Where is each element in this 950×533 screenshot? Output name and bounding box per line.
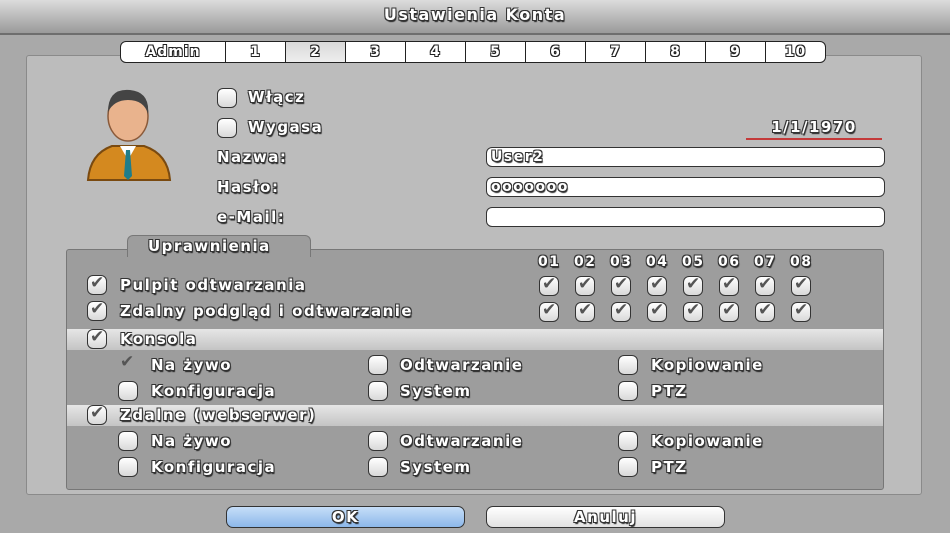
remote-label: Zdalne (webserwer) bbox=[120, 406, 317, 424]
remote-view-label: Zdalny podgląd i odtwarzanie bbox=[120, 302, 414, 320]
tab-1[interactable]: 1 bbox=[226, 41, 286, 63]
remote-playback-checkbox[interactable] bbox=[368, 431, 388, 451]
expire-label: Wygasa bbox=[248, 118, 324, 136]
remote-channel-checkbox[interactable] bbox=[539, 300, 559, 322]
channel-header-04: 04 bbox=[646, 254, 669, 270]
console-backup-checkbox[interactable] bbox=[618, 355, 638, 375]
console-system-checkbox[interactable] bbox=[368, 381, 388, 401]
title-bar: Ustawienia Konta bbox=[0, 0, 950, 35]
playback-channel-checkbox[interactable] bbox=[611, 274, 631, 296]
tab-9[interactable]: 9 bbox=[706, 41, 766, 63]
remote-ptz-label: PTZ bbox=[651, 458, 688, 476]
enable-checkbox[interactable] bbox=[217, 88, 237, 108]
user-tabs: Admin 1 2 3 4 5 6 7 8 9 10 bbox=[120, 41, 826, 63]
cancel-button[interactable]: Anuluj bbox=[486, 506, 725, 528]
password-label: Hasło: bbox=[217, 178, 280, 196]
email-label: e-Mail: bbox=[217, 208, 286, 226]
user-avatar-icon bbox=[86, 89, 172, 181]
remote-view-checkbox[interactable] bbox=[87, 299, 107, 321]
tab-7[interactable]: 7 bbox=[586, 41, 646, 63]
tab-2[interactable]: 2 bbox=[286, 41, 346, 63]
tab-5[interactable]: 5 bbox=[466, 41, 526, 63]
playback-channel-checkbox[interactable] bbox=[683, 274, 703, 296]
name-label: Nazwa: bbox=[217, 148, 288, 166]
channel-header-07: 07 bbox=[754, 254, 777, 270]
remote-channel-checkbox[interactable] bbox=[719, 300, 739, 322]
password-field[interactable]: ooooooo bbox=[486, 177, 885, 197]
channel-header-06: 06 bbox=[718, 254, 741, 270]
remote-ptz-checkbox[interactable] bbox=[618, 457, 638, 477]
remote-system-label: System bbox=[400, 458, 472, 476]
channel-header-03: 03 bbox=[610, 254, 633, 270]
playback-channel-checkbox[interactable] bbox=[719, 274, 739, 296]
tab-10[interactable]: 10 bbox=[766, 41, 826, 63]
console-backup-label: Kopiowanie bbox=[651, 356, 764, 374]
playback-channel-checkbox[interactable] bbox=[647, 274, 667, 296]
channel-header-02: 02 bbox=[574, 254, 597, 270]
channel-header-01: 01 bbox=[538, 254, 561, 270]
playback-channel-checkbox[interactable] bbox=[755, 274, 775, 296]
tab-admin[interactable]: Admin bbox=[120, 41, 226, 63]
remote-channel-checkbox[interactable] bbox=[755, 300, 775, 322]
remote-channel-checkbox[interactable] bbox=[791, 300, 811, 322]
window-title: Ustawienia Konta bbox=[383, 5, 567, 24]
playback-channel-checkbox[interactable] bbox=[575, 274, 595, 296]
remote-playback-label: Odtwarzanie bbox=[400, 432, 524, 450]
email-field[interactable] bbox=[486, 207, 885, 227]
console-ptz-label: PTZ bbox=[651, 382, 688, 400]
tab-6[interactable]: 6 bbox=[526, 41, 586, 63]
console-config-checkbox[interactable] bbox=[118, 381, 138, 401]
expire-date[interactable]: 1/1/1970 bbox=[746, 118, 882, 140]
tab-8[interactable]: 8 bbox=[646, 41, 706, 63]
name-field[interactable]: User2 bbox=[486, 147, 885, 167]
tab-4[interactable]: 4 bbox=[406, 41, 466, 63]
tab-3[interactable]: 3 bbox=[346, 41, 406, 63]
remote-config-checkbox[interactable] bbox=[118, 457, 138, 477]
console-playback-checkbox[interactable] bbox=[368, 355, 388, 375]
remote-live-label: Na żywo bbox=[151, 432, 233, 450]
console-live-checkbox[interactable] bbox=[118, 352, 138, 375]
channel-header-08: 08 bbox=[790, 254, 813, 270]
remote-channel-checkbox[interactable] bbox=[647, 300, 667, 322]
remote-backup-checkbox[interactable] bbox=[618, 431, 638, 451]
playback-channel-checkbox[interactable] bbox=[539, 274, 559, 296]
remote-checkbox[interactable] bbox=[87, 403, 107, 425]
console-system-label: System bbox=[400, 382, 472, 400]
remote-config-label: Konfiguracja bbox=[151, 458, 277, 476]
remote-channel-checkbox[interactable] bbox=[683, 300, 703, 322]
remote-backup-label: Kopiowanie bbox=[651, 432, 764, 450]
playback-desktop-label: Pulpit odtwarzania bbox=[120, 276, 307, 294]
permissions-tab-label: Uprawnienia bbox=[148, 237, 271, 255]
channel-header-05: 05 bbox=[682, 254, 705, 270]
playback-channel-checkbox[interactable] bbox=[791, 274, 811, 296]
ok-button[interactable]: OK bbox=[226, 506, 465, 528]
console-ptz-checkbox[interactable] bbox=[618, 381, 638, 401]
playback-desktop-checkbox[interactable] bbox=[87, 273, 107, 295]
expire-checkbox[interactable] bbox=[217, 118, 237, 138]
remote-channel-checkbox[interactable] bbox=[611, 300, 631, 322]
console-live-label: Na żywo bbox=[151, 356, 233, 374]
console-label: Konsola bbox=[120, 330, 198, 348]
console-playback-label: Odtwarzanie bbox=[400, 356, 524, 374]
remote-system-checkbox[interactable] bbox=[368, 457, 388, 477]
remote-channel-checkbox[interactable] bbox=[575, 300, 595, 322]
console-checkbox[interactable] bbox=[87, 327, 107, 349]
enable-label: Włącz bbox=[248, 88, 306, 106]
remote-live-checkbox[interactable] bbox=[118, 431, 138, 451]
console-config-label: Konfiguracja bbox=[151, 382, 277, 400]
